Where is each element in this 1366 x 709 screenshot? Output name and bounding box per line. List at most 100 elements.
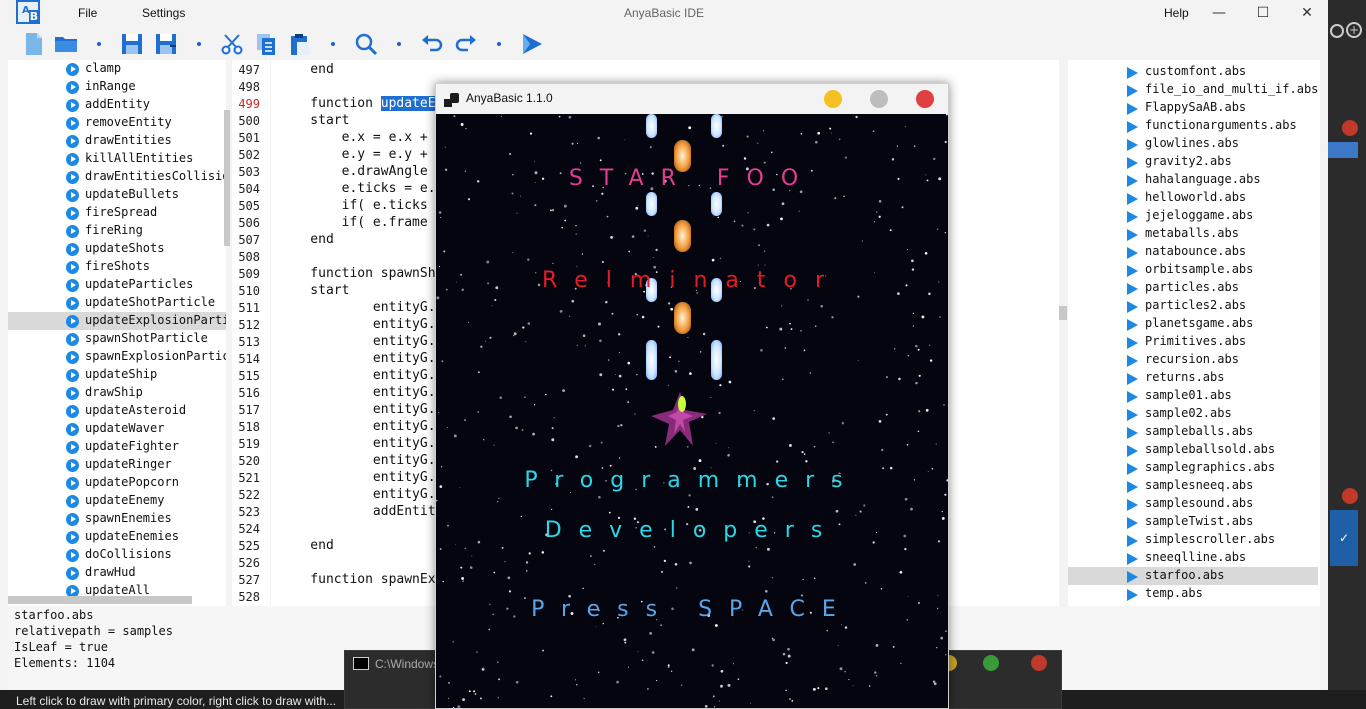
function-list-item[interactable]: spawnEnemies	[8, 510, 226, 528]
file-tree-item[interactable]: orbitsample.abs	[1068, 261, 1318, 279]
expand-arrow-icon[interactable]	[1127, 229, 1138, 241]
function-list-item[interactable]: updateWaver	[8, 420, 226, 438]
expand-arrow-icon[interactable]	[1127, 427, 1138, 439]
file-tree-item[interactable]: customfont.abs	[1068, 63, 1318, 81]
maximize-button[interactable]: ☐	[1248, 2, 1278, 24]
function-list-item[interactable]: updateRinger	[8, 456, 226, 474]
expand-arrow-icon[interactable]	[1127, 391, 1138, 403]
expand-arrow-icon[interactable]	[1127, 283, 1138, 295]
function-list-item[interactable]: updateAsteroid	[8, 402, 226, 420]
expand-arrow-icon[interactable]	[1127, 517, 1138, 529]
function-list-item[interactable]: drawHud	[8, 564, 226, 582]
code-line[interactable]: e.drawAngle	[279, 164, 428, 179]
expand-arrow-icon[interactable]	[1127, 319, 1138, 331]
file-tree-item[interactable]: natabounce.abs	[1068, 243, 1318, 261]
function-list-item[interactable]: addEntity	[8, 96, 226, 114]
file-tree-item[interactable]: file_io_and_multi_if.abs	[1068, 81, 1318, 99]
expand-arrow-icon[interactable]	[1127, 499, 1138, 511]
file-tree-item[interactable]: sneeqlline.abs	[1068, 549, 1318, 567]
file-tree-item[interactable]: sampleTwist.abs	[1068, 513, 1318, 531]
function-list-item[interactable]: updateShots	[8, 240, 226, 258]
file-tree-item[interactable]: functionarguments.abs	[1068, 117, 1318, 135]
function-list-item[interactable]: removeEntity	[8, 114, 226, 132]
expand-arrow-icon[interactable]	[1127, 571, 1138, 583]
function-list-item[interactable]: updateShip	[8, 366, 226, 384]
expand-arrow-icon[interactable]	[1127, 355, 1138, 367]
code-line[interactable]: if( e.frame	[279, 215, 428, 230]
function-list-hscrollbar[interactable]	[8, 596, 192, 604]
code-line[interactable]: entityG.	[279, 436, 436, 451]
gear-icon[interactable]	[1330, 24, 1344, 38]
function-list-item[interactable]: fireRing	[8, 222, 226, 240]
maximize-button[interactable]	[983, 655, 999, 671]
code-line[interactable]: function spawnSh	[279, 266, 435, 281]
expand-arrow-icon[interactable]	[1127, 85, 1138, 97]
file-tree-item[interactable]: metaballs.abs	[1068, 225, 1318, 243]
file-tree-item[interactable]: FlappySaAB.abs	[1068, 99, 1318, 117]
game-canvas[interactable]: STAR FOO Relminator Programmers Develope…	[436, 114, 948, 708]
file-tree-item[interactable]: starfoo.abs	[1068, 567, 1318, 585]
function-list-item[interactable]: updateEnemies	[8, 528, 226, 546]
maximize-button[interactable]	[870, 90, 888, 108]
run-icon[interactable]	[520, 32, 544, 56]
paste-icon[interactable]	[288, 32, 312, 56]
function-list-item[interactable]: drawEntitiesCollisio	[8, 168, 226, 186]
expand-arrow-icon[interactable]	[1127, 481, 1138, 493]
file-tree-item[interactable]: glowlines.abs	[1068, 135, 1318, 153]
function-list-item[interactable]: updateBullets	[8, 186, 226, 204]
code-line[interactable]: function updateE	[279, 96, 436, 111]
close-button[interactable]: ✕	[1292, 2, 1322, 24]
function-list-item[interactable]: updateParticles	[8, 276, 226, 294]
function-list-item[interactable]: spawnExplosionPartic	[8, 348, 226, 366]
file-tree-item[interactable]: particles2.abs	[1068, 297, 1318, 315]
code-line[interactable]: entityG.	[279, 334, 436, 349]
code-line[interactable]: start	[279, 283, 349, 298]
function-list-item[interactable]: drawEntities	[8, 132, 226, 150]
function-list-item[interactable]: updateFighter	[8, 438, 226, 456]
code-line[interactable]: entityG.	[279, 487, 436, 502]
save-icon[interactable]	[120, 32, 144, 56]
new-file-icon[interactable]	[22, 32, 46, 56]
expand-arrow-icon[interactable]	[1127, 103, 1138, 115]
expand-arrow-icon[interactable]	[1127, 67, 1138, 79]
expand-arrow-icon[interactable]	[1127, 139, 1138, 151]
file-tree-item[interactable]: returns.abs	[1068, 369, 1318, 387]
file-tree-item[interactable]: sampleballs.abs	[1068, 423, 1318, 441]
code-line[interactable]: entityG.	[279, 351, 436, 366]
file-tree-item[interactable]: temp.abs	[1068, 585, 1318, 603]
function-list-item[interactable]: inRange	[8, 78, 226, 96]
code-line[interactable]: entityG.	[279, 317, 436, 332]
code-line[interactable]: entityG.	[279, 402, 436, 417]
cut-icon[interactable]	[220, 32, 244, 56]
file-tree-item[interactable]: sample02.abs	[1068, 405, 1318, 423]
menu-help[interactable]: Help	[1164, 6, 1189, 20]
code-line[interactable]: entityG.	[279, 300, 436, 315]
editor-scrollbar[interactable]	[1059, 306, 1067, 320]
file-tree-item[interactable]: Primitives.abs	[1068, 333, 1318, 351]
function-list-item[interactable]: updateEnemy	[8, 492, 226, 510]
add-icon[interactable]: +	[1346, 22, 1362, 38]
file-tree-item[interactable]: hahalanguage.abs	[1068, 171, 1318, 189]
code-line[interactable]: if( e.ticks	[279, 198, 428, 213]
code-line[interactable]: function spawnEx	[279, 572, 435, 587]
code-line[interactable]: entityG.	[279, 419, 436, 434]
expand-arrow-icon[interactable]	[1127, 553, 1138, 565]
file-tree-item[interactable]: samplesneeq.abs	[1068, 477, 1318, 495]
code-line[interactable]: end	[279, 62, 334, 77]
expand-arrow-icon[interactable]	[1127, 445, 1138, 457]
selected-token[interactable]: updateE	[380, 96, 436, 111]
function-list-item[interactable]: updateShotParticle	[8, 294, 226, 312]
code-line[interactable]: entityG.	[279, 368, 436, 383]
save-as-icon[interactable]	[154, 32, 178, 56]
file-tree-item[interactable]: planetsgame.abs	[1068, 315, 1318, 333]
expand-arrow-icon[interactable]	[1127, 247, 1138, 259]
file-tree-item[interactable]: particles.abs	[1068, 279, 1318, 297]
expand-arrow-icon[interactable]	[1127, 409, 1138, 421]
record-icon[interactable]	[1342, 120, 1358, 136]
expand-arrow-icon[interactable]	[1127, 589, 1138, 601]
file-tree-item[interactable]: samplegraphics.abs	[1068, 459, 1318, 477]
expand-arrow-icon[interactable]	[1127, 193, 1138, 205]
function-list-item[interactable]: clamp	[8, 60, 226, 78]
function-list-item[interactable]: updateExplosionParti	[8, 312, 226, 330]
copy-icon[interactable]	[254, 32, 278, 56]
